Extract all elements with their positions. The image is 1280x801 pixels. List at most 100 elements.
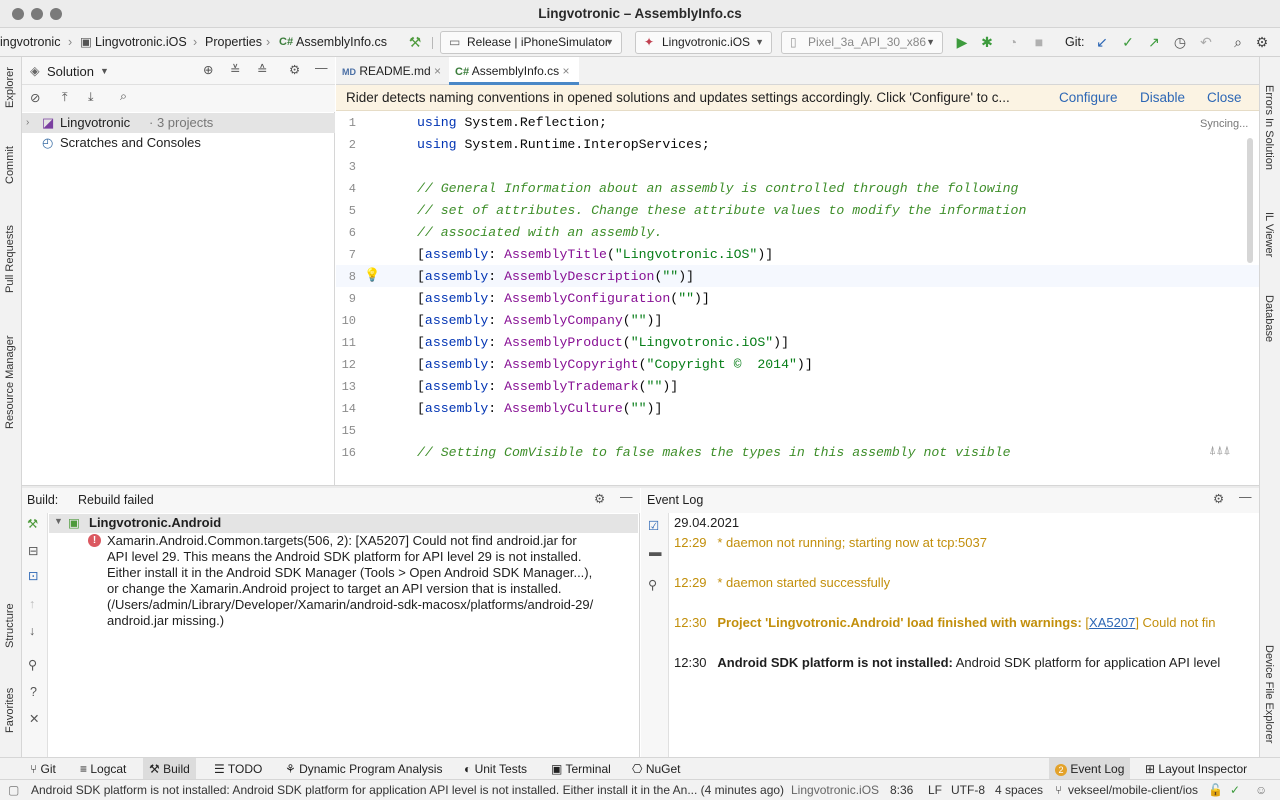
tree-item-scratches[interactable]: ◴ Scratches and Consoles (22, 133, 335, 153)
chevron-down-icon[interactable]: ▼ (100, 66, 109, 76)
git-push-icon[interactable]: ↗ (1145, 28, 1163, 57)
hide-panel-icon[interactable]: — (315, 61, 328, 75)
line-number[interactable]: 16 (336, 442, 356, 464)
code-line[interactable]: // Setting ComVisible to false makes the… (417, 442, 1011, 464)
event-entry[interactable]: 12:30 Android SDK platform is not instal… (674, 653, 1220, 673)
reader-mode-icon[interactable]: ⍋⍋⍋ (1209, 443, 1231, 458)
code-line[interactable]: [assembly: AssemblyTitle("Lingvotronic.i… (417, 244, 773, 266)
tab-commit[interactable]: Commit (4, 146, 16, 184)
download-icon[interactable]: ⤓ (88, 90, 94, 105)
status-message[interactable]: Android SDK platform is not installed: A… (31, 780, 784, 801)
code-line[interactable]: // General Information about an assembly… (417, 178, 1018, 200)
search-icon[interactable]: ⌕ (120, 89, 127, 104)
code-editor[interactable]: using System.Reflection; using System.Run… (406, 111, 1259, 485)
status-bar-toggle-icon[interactable]: ▢ (8, 780, 19, 801)
panel-settings-icon[interactable]: ⚙ (1213, 491, 1224, 506)
tab-database[interactable]: Database (1263, 295, 1275, 342)
code-line[interactable]: [assembly: AssemblyCompany("")] (417, 310, 662, 332)
line-number[interactable]: 12 (336, 354, 356, 376)
hide-panel-icon[interactable]: — (1239, 490, 1252, 504)
code-line[interactable]: // set of attributes. Change these attri… (417, 200, 1026, 222)
disable-link[interactable]: Disable (1140, 85, 1185, 111)
wrench-icon[interactable]: ⚲ (28, 657, 37, 672)
tab-dynamic-program-analysis[interactable]: ⚘ Dynamic Program Analysis (285, 758, 442, 780)
profile-icon[interactable]: ◔ (1004, 28, 1022, 57)
tab-layout-inspector[interactable]: ⊞ Layout Inspector (1145, 758, 1247, 780)
tab-device-file-explorer[interactable]: Device File Explorer (1263, 645, 1275, 743)
file-encoding[interactable]: UTF-8 (951, 780, 985, 801)
tab-pull-requests[interactable]: Pull Requests (4, 225, 16, 293)
panel-settings-icon[interactable]: ⚙ (289, 62, 300, 77)
tab-explorer[interactable]: Explorer (4, 67, 16, 108)
close-link[interactable]: Close (1207, 85, 1242, 111)
tab-resource-manager[interactable]: Resource Manager (4, 335, 16, 429)
tab-git[interactable]: ⑂ Git (30, 758, 56, 780)
caret-position[interactable]: 8:36 (890, 780, 913, 801)
tab-readme[interactable]: MD README.md × (336, 57, 448, 85)
inspection-profile-icon[interactable]: ☺ (1255, 780, 1267, 801)
settings-gear-icon[interactable]: ⚙ (1253, 28, 1271, 57)
configure-link[interactable]: Configure (1059, 85, 1118, 111)
wrench-icon[interactable]: ⚲ (648, 577, 657, 592)
debug-icon[interactable]: ✱ (978, 28, 996, 57)
tab-structure[interactable]: Structure (4, 603, 16, 648)
line-number[interactable]: 15 (336, 420, 356, 442)
chevron-right-icon[interactable]: › (26, 113, 29, 133)
line-number[interactable]: 2 (336, 134, 356, 156)
history-icon[interactable]: ◷ (1171, 28, 1189, 57)
tab-assemblyinfo[interactable]: C# AssemblyInfo.cs × (449, 57, 579, 85)
help-icon[interactable]: ? (30, 685, 37, 699)
indent-setting[interactable]: 4 spaces (995, 780, 1043, 801)
code-line[interactable]: // associated with an assembly. (417, 222, 662, 244)
arrow-down-icon[interactable]: ↓ (29, 624, 35, 638)
lock-icon[interactable]: 🔓 (1208, 780, 1223, 801)
git-branch[interactable]: vekseel/mobile-client/ios (1068, 780, 1198, 801)
chevron-down-icon[interactable]: ▼ (54, 516, 63, 526)
line-number[interactable]: 5 (336, 200, 356, 222)
editor-scrollbar[interactable] (1247, 138, 1253, 263)
device-dropdown[interactable]: ▯ Pixel_3a_API_30_x86 ▼ (781, 31, 943, 54)
build-error-message[interactable]: Xamarin.Android.Common.targets(506, 2): … (107, 533, 637, 629)
tree-item-solution[interactable]: › ◪ Lingvotronic · 3 projects (22, 113, 335, 133)
build-hammer-icon[interactable]: ⚒ (406, 28, 424, 57)
code-line[interactable]: [assembly: AssemblyDescription("")] (417, 266, 694, 288)
locate-icon[interactable]: ⊕ (203, 62, 213, 77)
tab-build[interactable]: ⚒ Build (143, 758, 196, 780)
line-number[interactable]: 10 (336, 310, 356, 332)
line-number[interactable]: 14 (336, 398, 356, 420)
expand-all-icon[interactable]: ≚ (230, 62, 240, 77)
line-separator[interactable]: LF (928, 780, 942, 801)
git-update-icon[interactable]: ↙ (1093, 28, 1111, 57)
code-line[interactable]: [assembly: AssemblyConfiguration("")] (417, 288, 710, 310)
filter-icon[interactable]: ⊘ (30, 90, 40, 105)
tree-view-icon[interactable]: ⊟ (28, 543, 38, 558)
close-icon[interactable]: × (562, 64, 569, 78)
tab-favorites[interactable]: Favorites (4, 688, 16, 733)
code-line[interactable]: using System.Reflection; (417, 112, 607, 134)
event-link[interactable]: XA5207 (1089, 615, 1135, 630)
search-icon[interactable]: ⌕ (1229, 28, 1247, 57)
breadcrumb-folder[interactable]: Properties (205, 28, 262, 57)
arrow-up-icon[interactable]: ↑ (29, 597, 35, 611)
lightbulb-icon[interactable]: 💡 (364, 267, 380, 283)
breadcrumb-root[interactable]: ingvotronic (0, 28, 60, 57)
code-line[interactable]: [assembly: AssemblyCulture("")] (417, 398, 662, 420)
line-number[interactable]: 6 (336, 222, 356, 244)
close-icon[interactable]: × (434, 64, 441, 78)
export-icon[interactable]: ⊡ (28, 568, 38, 583)
line-number[interactable]: 7 (336, 244, 356, 266)
status-project[interactable]: Lingvotronic.iOS (791, 780, 879, 801)
breadcrumb-project[interactable]: Lingvotronic.iOS (95, 28, 187, 57)
tab-todo[interactable]: ☰ TODO (214, 758, 262, 780)
line-number[interactable]: 13 (336, 376, 356, 398)
breadcrumb-file[interactable]: AssemblyInfo.cs (296, 28, 387, 57)
line-number[interactable]: 3 (336, 156, 356, 178)
build-status-tab[interactable]: Rebuild failed (78, 493, 154, 507)
run-configuration-dropdown[interactable]: ✦ Lingvotronic.iOS ▼ (635, 31, 772, 54)
hide-panel-icon[interactable]: — (620, 490, 633, 504)
tab-il-viewer[interactable]: IL Viewer (1263, 212, 1275, 257)
line-number[interactable]: 11 (336, 332, 356, 354)
tab-unit-tests[interactable]: ◐ Unit Tests (464, 758, 527, 780)
rollback-icon[interactable]: ↶ (1197, 28, 1215, 57)
tab-errors-in-solution[interactable]: Errors In Solution (1263, 85, 1275, 170)
